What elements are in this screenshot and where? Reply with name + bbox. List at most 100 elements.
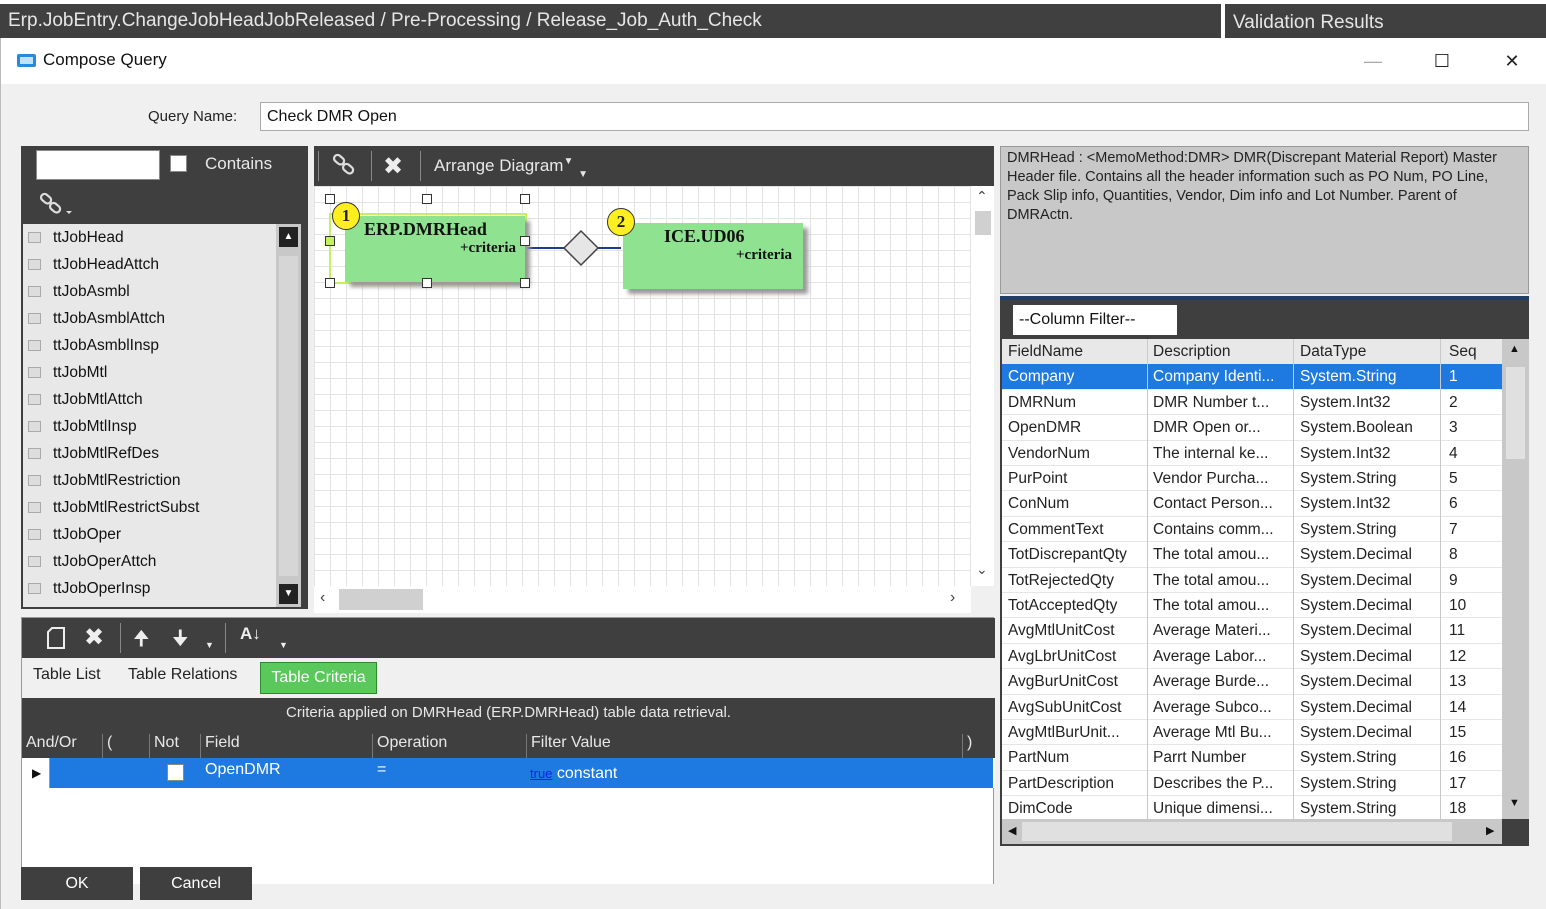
scroll-up-icon[interactable]: ▲ — [1509, 343, 1520, 355]
row-selector[interactable]: ▶ — [22, 758, 50, 788]
col-operation[interactable]: Operation — [372, 734, 447, 758]
table-row[interactable]: PartNum Parrt Number System.String 16 — [1002, 745, 1502, 771]
table-list-item[interactable]: ttJobHeadAttch — [23, 251, 276, 278]
table-list-scrollbar[interactable]: ▲ ▼ — [276, 224, 301, 607]
minimize-button[interactable]: — — [1348, 44, 1398, 78]
table-row[interactable]: ConNum Contact Person... System.Int32 6 — [1002, 491, 1502, 517]
table-row[interactable]: CommentText Contains comm... System.String… — [1002, 517, 1502, 543]
contains-checkbox[interactable] — [170, 155, 187, 172]
table-list-item[interactable]: ttJobAsmblInsp — [23, 332, 276, 359]
table-list-item[interactable]: ttJobMtlRefDes — [23, 440, 276, 467]
link-icon[interactable] — [332, 153, 362, 179]
resize-handle[interactable] — [520, 194, 530, 204]
table-list-item[interactable]: ttJobOperAttch — [23, 548, 276, 575]
table-row[interactable]: DMRNum DMR Number t... System.Int32 2 — [1002, 390, 1502, 416]
new-icon[interactable] — [46, 626, 66, 650]
table-row[interactable]: AvgLbrUnitCost Average Labor... System.Dec… — [1002, 644, 1502, 670]
col-not[interactable]: Not — [149, 734, 179, 758]
resize-handle[interactable] — [325, 194, 335, 204]
scroll-up-icon[interactable]: ▲ — [279, 227, 298, 247]
scroll-thumb[interactable] — [1022, 822, 1452, 841]
delete-icon[interactable]: ✖ — [84, 623, 104, 652]
table-row[interactable]: Company Company Identi... System.String 1 — [1002, 364, 1502, 390]
resize-handle[interactable] — [422, 278, 432, 288]
table-row[interactable]: PartDescription Describes the P... System.… — [1002, 771, 1502, 797]
table-row[interactable]: AvgSubUnitCost Average Subco... System.Dec… — [1002, 695, 1502, 720]
sort-az-icon[interactable]: A↓ — [240, 624, 261, 644]
not-checkbox[interactable] — [167, 764, 184, 781]
criteria-filter-value[interactable]: true constant — [530, 765, 617, 783]
table-node-ud06[interactable]: ICE.UD06 +criteria — [623, 223, 803, 289]
resize-handle[interactable] — [422, 194, 432, 204]
table-row[interactable]: AvgMtlBurUnit... Average Mtl Bu... System.… — [1002, 720, 1502, 746]
col-and-or[interactable]: And/Or — [22, 734, 77, 758]
scroll-thumb[interactable] — [1506, 367, 1525, 459]
arrange-diagram-button[interactable]: Arrange Diagram▼ ▼ — [434, 156, 588, 180]
grid-horizontal-scrollbar[interactable]: ◀ ▶ — [1002, 819, 1502, 844]
grid-header-row[interactable]: FieldName Description DataType Seq — [1002, 339, 1502, 365]
table-list-item[interactable]: ttJobOper — [23, 521, 276, 548]
close-button[interactable]: ✕ — [1487, 44, 1537, 78]
ok-button[interactable]: OK — [21, 867, 133, 900]
table-search-input[interactable] — [36, 150, 160, 180]
link-icon[interactable] — [39, 192, 75, 218]
table-node-dmrhead[interactable]: ERP.DMRHead +criteria — [345, 216, 525, 282]
resize-handle[interactable] — [325, 236, 335, 246]
scroll-thumb[interactable] — [975, 211, 991, 235]
table-list-item[interactable]: ttJobMtlInsp — [23, 413, 276, 440]
criteria-row[interactable]: ▶ OpenDMR = true constant — [22, 758, 995, 788]
diagram-horizontal-scrollbar[interactable]: ‹ › — [314, 586, 971, 613]
table-row[interactable]: DimCode Unique dimensi... System.String 18 — [1002, 796, 1502, 819]
scroll-thumb[interactable] — [279, 256, 298, 576]
table-row[interactable]: TotAcceptedQty The total amou... System.De… — [1002, 593, 1502, 619]
scroll-down-icon[interactable]: ⌄ — [976, 561, 988, 578]
col-lparen[interactable]: ( — [102, 734, 112, 758]
table-row[interactable]: TotRejectedQty The total amou... System.De… — [1002, 568, 1502, 593]
delete-icon[interactable]: ✖ — [383, 152, 403, 181]
diagram-vertical-scrollbar[interactable]: ⌃ ⌄ — [971, 186, 994, 586]
resize-handle[interactable] — [325, 278, 335, 288]
scroll-down-icon[interactable]: ▼ — [1509, 797, 1520, 809]
table-row[interactable]: AvgMtlUnitCost Average Materi... System.De… — [1002, 618, 1502, 644]
scroll-right-icon[interactable]: ▶ — [1486, 824, 1494, 837]
table-row[interactable]: AvgBurUnitCost Average Burde... System.Dec… — [1002, 669, 1502, 695]
move-down-icon[interactable]: 🠋 — [172, 624, 189, 658]
table-list-item[interactable]: ttJobHead — [23, 224, 276, 251]
scroll-thumb[interactable] — [339, 589, 423, 610]
resize-handle[interactable] — [520, 236, 530, 246]
table-row[interactable]: PurPoint Vendor Purcha... System.String 5 — [1002, 466, 1502, 492]
table-list-item[interactable]: ttJobAsmblAttch — [23, 305, 276, 332]
table-row[interactable]: OpenDMR DMR Open or... System.Boolean 3 — [1002, 415, 1502, 441]
col-rparen[interactable]: ) — [962, 734, 972, 758]
col-filter-value[interactable]: Filter Value — [526, 734, 611, 758]
tab-table-criteria[interactable]: Table Criteria — [260, 662, 377, 694]
table-list-item[interactable]: ttJobOperInsp — [23, 575, 276, 602]
tab-table-list[interactable]: Table List — [33, 666, 101, 684]
col-field[interactable]: Field — [200, 734, 240, 758]
table-list-item[interactable]: ttJobAsmbl — [23, 278, 276, 305]
tab-table-relations[interactable]: Table Relations — [128, 666, 237, 684]
grid-vertical-scrollbar[interactable]: ▲ ▼ — [1502, 339, 1529, 819]
validation-results-tab[interactable]: Validation Results — [1225, 4, 1546, 38]
column-filter-input[interactable]: --Column Filter-- — [1013, 305, 1177, 335]
table-row[interactable]: TotDiscrepantQty The total amou... System.… — [1002, 542, 1502, 568]
maximize-button[interactable]: ☐ — [1417, 44, 1467, 78]
diagram-canvas[interactable]: ERP.DMRHead +criteria 1 ICE.UD06 +criter… — [314, 186, 971, 586]
scroll-right-icon[interactable]: › — [950, 589, 955, 607]
move-up-icon[interactable]: 🠉 — [133, 624, 150, 658]
query-name-input[interactable] — [260, 102, 1529, 131]
resize-handle[interactable] — [520, 278, 530, 288]
table-list-item[interactable]: ttJobMtlRestrictSubst — [23, 494, 276, 521]
scroll-down-icon[interactable]: ▼ — [279, 584, 298, 604]
table-list-item[interactable]: ttJobMtlRestriction — [23, 467, 276, 494]
table-row[interactable]: VendorNum The internal ke... System.Int32 4 — [1002, 441, 1502, 466]
scroll-left-icon[interactable]: ◀ — [1008, 824, 1016, 837]
scroll-left-icon[interactable]: ‹ — [320, 589, 325, 607]
criteria-operation[interactable]: = — [377, 761, 386, 779]
table-list-item[interactable]: ttJobMtl — [23, 359, 276, 386]
cancel-button[interactable]: Cancel — [140, 867, 252, 900]
criteria-field[interactable]: OpenDMR — [205, 761, 281, 779]
filter-value-link[interactable]: true — [530, 766, 552, 781]
scroll-up-icon[interactable]: ⌃ — [976, 188, 988, 205]
table-list-item[interactable]: ttJobMtlAttch — [23, 386, 276, 413]
